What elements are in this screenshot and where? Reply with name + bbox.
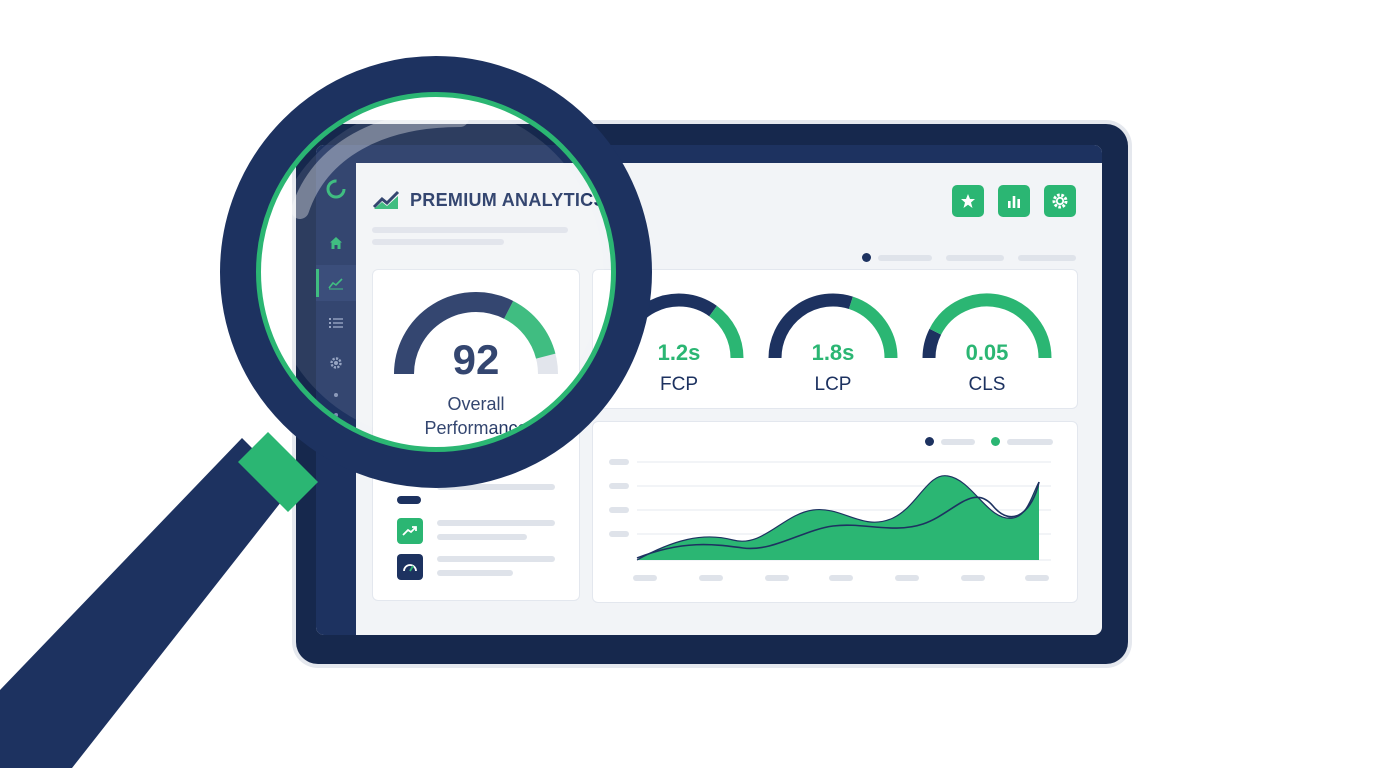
y-axis-tick-placeholder xyxy=(609,483,629,489)
cls-value: 0.05 xyxy=(965,340,1009,365)
lcp-label: LCP xyxy=(814,374,852,395)
legend-dot xyxy=(862,253,871,262)
x-axis-tick-placeholder xyxy=(895,575,919,581)
x-axis-tick-placeholder xyxy=(1025,575,1049,581)
legend-placeholder xyxy=(946,255,1004,261)
x-axis-tick-placeholder xyxy=(699,575,723,581)
speedometer-icon xyxy=(403,564,417,572)
legend-placeholder xyxy=(878,255,932,261)
list-item-icon-box xyxy=(397,554,423,580)
gear-icon xyxy=(1052,193,1068,209)
fcp-label: FCP xyxy=(660,374,698,395)
settings-button[interactable] xyxy=(1044,185,1076,217)
magnifier-handle xyxy=(0,432,318,768)
y-axis-tick-placeholder xyxy=(609,507,629,513)
reports-button[interactable] xyxy=(998,185,1030,217)
list-item-marker xyxy=(397,496,421,504)
list-item-placeholder xyxy=(437,570,513,576)
list-item-icon-box xyxy=(397,518,423,544)
chart-area-series-green xyxy=(637,475,1039,560)
x-axis-tick-placeholder xyxy=(829,575,853,581)
y-axis-tick-placeholder xyxy=(609,531,629,537)
star-icon xyxy=(961,194,975,208)
cls-label: CLS xyxy=(968,374,1006,395)
trend-up-icon xyxy=(402,526,417,536)
magnifier-lens-area xyxy=(216,52,656,492)
lcp-value: 1.8s xyxy=(811,340,855,365)
web-vitals-card: 1.2s FCP 1.8s LCP 0.05 CLS xyxy=(592,269,1078,409)
bar-chart-icon xyxy=(1008,196,1020,208)
illustration-scene: PREMIUM ANALYTICS 92 Overall Performance… xyxy=(0,0,1376,768)
list-item-placeholder xyxy=(437,534,527,540)
list-item-placeholder xyxy=(437,520,555,526)
favorite-button[interactable] xyxy=(952,185,984,217)
x-axis-tick-placeholder xyxy=(961,575,985,581)
trend-chart-card xyxy=(592,421,1078,603)
x-axis-tick-placeholder xyxy=(633,575,657,581)
x-axis-tick-placeholder xyxy=(765,575,789,581)
y-axis-tick-placeholder xyxy=(609,459,629,465)
list-item-placeholder xyxy=(437,556,555,562)
legend-placeholder xyxy=(1018,255,1076,261)
